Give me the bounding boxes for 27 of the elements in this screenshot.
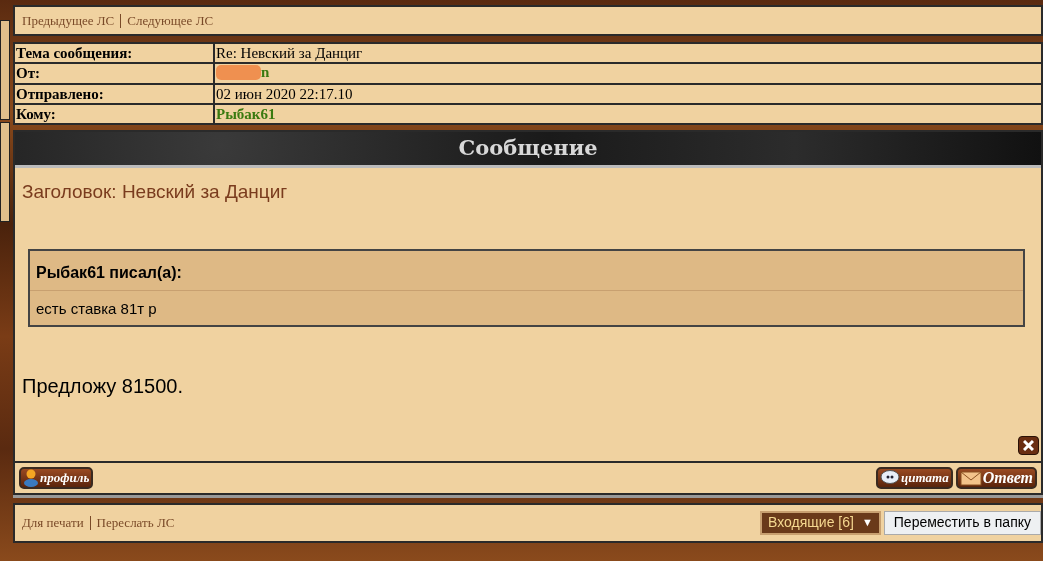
- field-label: Отправлено:: [16, 85, 104, 102]
- message-subject: Заголовок: Невский за Данциг: [22, 179, 289, 204]
- close-button[interactable]: [1018, 435, 1039, 455]
- profile-button[interactable]: профиль: [19, 466, 94, 489]
- field-label: От:: [16, 65, 41, 82]
- folder-select[interactable]: Входящие [6] ▼: [760, 510, 881, 535]
- person-icon: [23, 468, 39, 487]
- field-label: Кому:: [16, 105, 56, 122]
- message-body: Предложу 81500.: [22, 374, 184, 399]
- reply-button[interactable]: Ответ: [955, 466, 1037, 489]
- move-to-folder-button[interactable]: Переместить в папку: [883, 510, 1041, 535]
- section-title: Сообщение: [458, 134, 598, 163]
- quote-text: есть ставка 81т р: [35, 299, 158, 319]
- envelope-icon: [959, 469, 982, 486]
- quote-button[interactable]: цитата: [876, 466, 953, 489]
- user-link[interactable]: n: [261, 64, 270, 80]
- field-value: 02 июн 2020 22:17.10: [216, 85, 353, 102]
- footer-link[interactable]: Для печати: [22, 512, 84, 533]
- close-icon: [1023, 439, 1034, 451]
- footer-link[interactable]: Переслать ЛС: [96, 512, 175, 533]
- field-label: Тема сообщения:: [16, 45, 133, 61]
- field-value: Re: Невский за Данциг: [216, 45, 363, 61]
- quote-author: Рыбак61 писал(а):: [30, 251, 1023, 291]
- speech-bubble-icon: [880, 469, 900, 486]
- nav-link[interactable]: Предыдущее ЛС: [22, 10, 115, 31]
- nav-link[interactable]: Следующее ЛС: [127, 10, 214, 31]
- user-link[interactable]: Рыбак61: [216, 105, 276, 122]
